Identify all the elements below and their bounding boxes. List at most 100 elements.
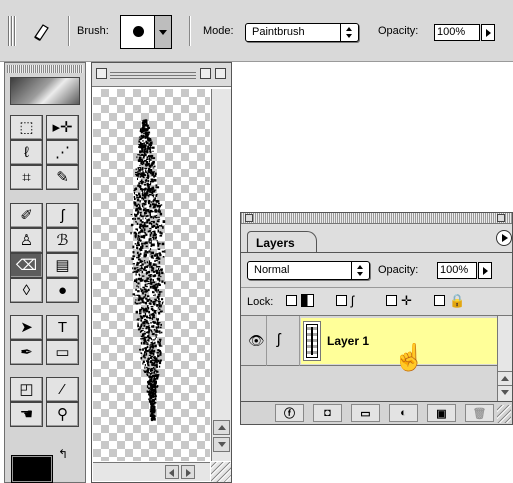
layer-opacity-field[interactable]: 100% — [437, 262, 477, 279]
crop-tool[interactable]: ⌗ — [10, 165, 43, 190]
history-brush-tool[interactable]: ℬ — [46, 228, 79, 253]
hand-tool[interactable]: ☚ — [10, 402, 43, 427]
eraser-stroke — [130, 119, 166, 422]
close-box[interactable] — [96, 68, 107, 79]
palette-zoom-box[interactable] — [497, 214, 505, 222]
zoom-box[interactable] — [200, 68, 211, 79]
shape-tool[interactable]: ▭ — [46, 340, 79, 365]
layer-style-button[interactable]: ⓕ — [275, 404, 304, 422]
tool-preset-picker[interactable] — [24, 19, 64, 45]
brush-label: Brush: — [77, 25, 109, 37]
hand-cursor-icon: ☝ — [393, 342, 426, 372]
vertical-scrollbar[interactable] — [211, 89, 231, 461]
brush-dropdown-arrow[interactable] — [154, 16, 171, 48]
paintbrush-icon: ʃ — [277, 331, 281, 348]
add-mask-button[interactable]: ◘ — [313, 404, 342, 422]
opacity-label: Opacity: — [378, 25, 419, 37]
shape-tool-icon: ▭ — [55, 344, 70, 361]
type-tool[interactable]: T — [46, 315, 79, 340]
lasso-tool[interactable]: ℓ — [10, 140, 43, 165]
delete-layer-button[interactable]: 🗑 — [465, 404, 494, 422]
delete-layer-icon: 🗑 — [472, 407, 487, 420]
lock-all-checkbox[interactable] — [434, 295, 445, 306]
zoom-tool[interactable]: ⚲ — [46, 402, 79, 427]
layer-link-toggle[interactable]: ʃ — [268, 316, 300, 366]
marquee-tool[interactable]: ⬚ — [10, 115, 43, 140]
lock-image-checkbox[interactable] — [336, 295, 347, 306]
gradient-tool-icon: ▤ — [55, 257, 70, 274]
lock-label: Lock: — [247, 296, 274, 308]
path-selection-tool[interactable]: ➤ — [10, 315, 43, 340]
opacity-slider-arrow[interactable] — [481, 24, 495, 41]
options-bar: Brush: Mode: Paintbrush Opacity: 100% — [0, 0, 513, 62]
layer-list-scrollbar[interactable] — [497, 316, 512, 401]
photoshop-logo[interactable] — [10, 77, 80, 105]
eyedropper-tool[interactable]: ⁄ — [46, 377, 79, 402]
scroll-left-arrow[interactable] — [165, 465, 179, 479]
tab-layers[interactable]: Layers — [247, 231, 317, 253]
resize-grip[interactable] — [211, 462, 231, 482]
brush-picker[interactable] — [120, 15, 172, 49]
scroll-down-arrow[interactable] — [498, 385, 512, 399]
magic-wand-tool[interactable]: ⋰ — [46, 140, 79, 165]
scroll-up-arrow[interactable] — [213, 420, 230, 435]
eye-icon: 👁 — [248, 333, 265, 348]
gradient-tool[interactable]: ▤ — [46, 253, 79, 278]
healing-brush-tool[interactable]: ✐ — [10, 203, 43, 228]
lock-transparency-checkbox[interactable] — [286, 295, 297, 306]
clone-stamp-tool[interactable]: ♙ — [10, 228, 43, 253]
adjustment-layer-button[interactable]: ◐ — [389, 404, 418, 422]
layer-row[interactable]: 👁 ʃ Layer 1 ☝ — [241, 316, 497, 370]
scroll-right-arrow[interactable] — [181, 465, 195, 479]
scroll-down-arrow[interactable] — [213, 437, 230, 452]
mode-select-arrows-icon — [340, 24, 358, 41]
pen-tool[interactable]: ✒ — [10, 340, 43, 365]
blend-select-arrows-icon — [351, 262, 369, 279]
brush-sample[interactable] — [121, 16, 154, 48]
blur-tool[interactable]: ◊ — [10, 278, 43, 303]
move-tool[interactable]: ▸✛ — [46, 115, 79, 140]
blend-mode-select[interactable]: Normal — [247, 261, 370, 280]
crop-tool-icon: ⌗ — [22, 169, 31, 186]
new-set-button[interactable]: ▭ — [351, 404, 380, 422]
foreground-color-swatch[interactable] — [12, 456, 52, 482]
new-layer-button[interactable]: ▣ — [427, 404, 456, 422]
dodge-tool[interactable]: ● — [46, 278, 79, 303]
horizontal-scrollbar[interactable] — [93, 462, 210, 481]
toolbox-titlebar[interactable] — [7, 65, 83, 73]
magic-wand-tool-icon: ⋰ — [55, 144, 70, 161]
toolbox: ⬚ ▸✛ ℓ ⋰ ⌗ ✎ ✐ ʃ ♙ ℬ ⌫ ▤ ◊ ● ➤ T ✒ ▭ ◰ ⁄ ☚ ⚲ ↰ — [4, 62, 86, 483]
palette-close-box[interactable] — [245, 214, 253, 222]
adjustment-layer-icon: ◐ — [400, 407, 407, 419]
layers-palette-titlebar[interactable] — [241, 213, 512, 224]
swap-colors-icon[interactable]: ↰ — [58, 447, 68, 461]
lock-transparency-icon — [301, 294, 314, 307]
lock-position-checkbox[interactable] — [386, 295, 397, 306]
scroll-up-arrow[interactable] — [498, 371, 512, 384]
divider — [241, 287, 512, 288]
new-layer-icon: ▣ — [436, 407, 447, 420]
opacity-field[interactable]: 100% — [434, 24, 480, 41]
mode-select[interactable]: Paintbrush — [245, 23, 359, 42]
layer-name: Layer 1 — [327, 334, 370, 348]
titlebar-stripes — [110, 70, 196, 79]
dodge-tool-icon: ● — [57, 282, 68, 299]
lock-image-brush-icon: ʃ — [351, 293, 354, 308]
layer-visibility-toggle[interactable]: 👁 — [241, 316, 267, 366]
eraser-tool[interactable]: ⌫ — [10, 253, 43, 278]
eyedropper-tool-icon: ⁄ — [61, 381, 64, 398]
collapse-box[interactable] — [215, 68, 226, 79]
options-bar-grip[interactable] — [8, 16, 16, 46]
marquee-tool-icon: ⬚ — [19, 119, 34, 136]
palette-menu-button[interactable] — [496, 230, 512, 246]
history-brush-tool-icon: ℬ — [56, 232, 69, 249]
layer-selection-highlight[interactable]: Layer 1 ☝ — [301, 318, 497, 370]
layer-opacity-slider-arrow[interactable] — [478, 262, 492, 279]
document-canvas[interactable] — [93, 89, 210, 461]
layers-palette: Layers Normal Opacity: 100% Lock: ʃ ✛ 🔒 … — [240, 212, 513, 425]
palette-resize-grip[interactable] — [497, 405, 511, 423]
document-titlebar[interactable] — [92, 63, 231, 87]
brush-tool[interactable]: ʃ — [46, 203, 79, 228]
notes-tool[interactable]: ◰ — [10, 377, 43, 402]
slice-tool[interactable]: ✎ — [46, 165, 79, 190]
